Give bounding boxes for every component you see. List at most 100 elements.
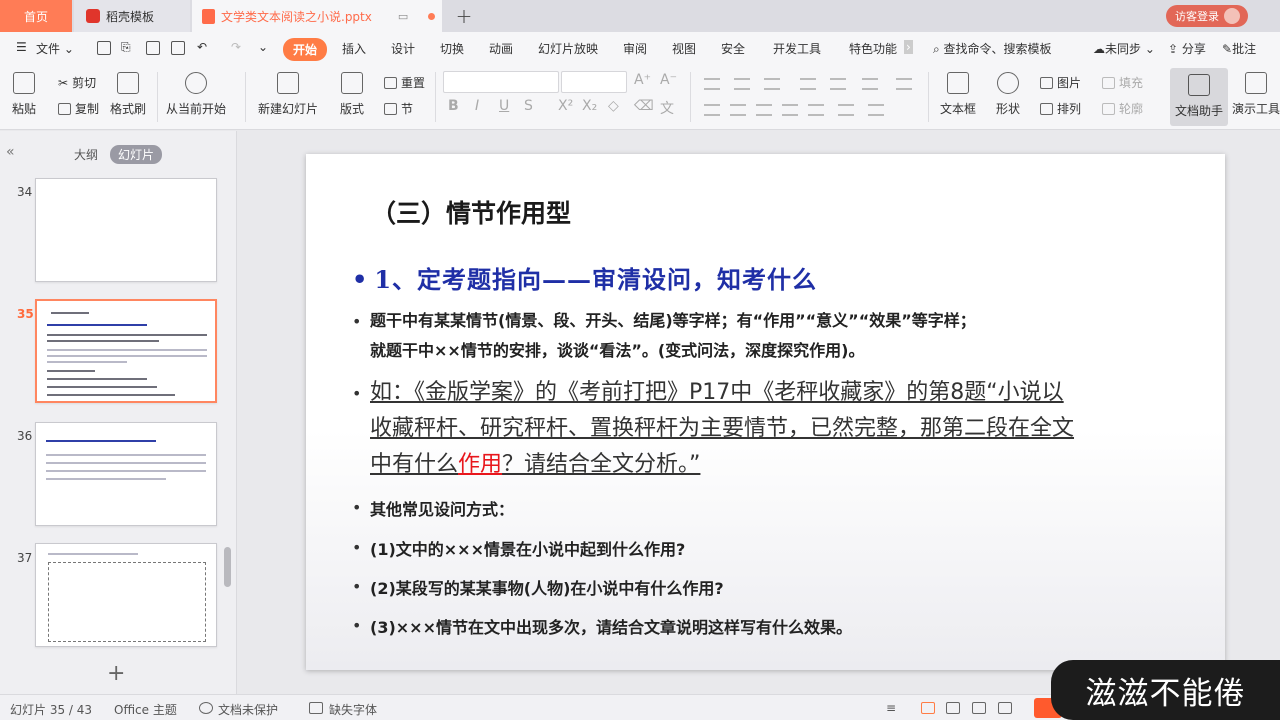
section-button[interactable]: 节 (384, 100, 413, 117)
copy-button[interactable]: 复制 (58, 100, 99, 117)
slide-sorter-icon[interactable] (946, 702, 960, 714)
menu-slideshow[interactable]: 幻灯片放映 (538, 40, 598, 57)
panel-scrollbar[interactable] (224, 547, 231, 587)
menu-review[interactable]: 审阅 (623, 40, 647, 57)
add-slide-button[interactable]: + (107, 661, 125, 686)
menu-insert[interactable]: 插入 (342, 40, 366, 57)
comment-button[interactable]: ✎批注 (1222, 40, 1256, 57)
line-spacing-icon[interactable] (800, 78, 816, 90)
reset-button[interactable]: 重置 (384, 74, 425, 91)
menu-view[interactable]: 视图 (672, 40, 696, 57)
menu-home[interactable]: 开始 (283, 38, 328, 61)
textbox-button[interactable]: 文本框 (940, 72, 976, 117)
notes-icon[interactable]: ≡ (886, 701, 896, 715)
example-line: 中有什么作用？请结合全文分析。” (370, 447, 1170, 483)
font-shrink-icon[interactable]: A⁻ (660, 72, 677, 88)
font-size-select[interactable] (561, 71, 627, 93)
example-text: ？请结合全文分析。” (502, 452, 701, 477)
layout-button[interactable]: 版式 (340, 72, 364, 117)
font-family-select[interactable] (443, 71, 559, 93)
menu-features[interactable]: 特色功能 (849, 40, 897, 57)
slide-thumbnail-36[interactable] (35, 422, 217, 526)
new-tab-button[interactable]: + (452, 0, 476, 32)
slide-thumbnail-35[interactable] (35, 299, 217, 403)
text-direction-icon[interactable] (862, 78, 878, 90)
menu-developer[interactable]: 开发工具 (773, 40, 821, 57)
new-slide-button[interactable]: 新建幻灯片 (258, 72, 318, 117)
outline-button[interactable]: 轮廓 (1102, 100, 1143, 117)
strikethrough-button[interactable]: S (524, 98, 533, 114)
justify-icon[interactable] (782, 104, 798, 116)
shape-button[interactable]: 形状 (996, 72, 1020, 117)
tab-document[interactable]: 文学类文本阅读之小说.pptx ▭ (192, 0, 442, 32)
smart-art-icon[interactable] (868, 104, 884, 116)
bold-button[interactable]: B (448, 98, 459, 114)
slide-thumbnail-37[interactable] (35, 543, 217, 647)
format-painter-button[interactable]: 格式刷 (110, 72, 146, 117)
hamburger-menu-icon[interactable]: ☰ (16, 40, 27, 54)
slide-number: 36 (17, 429, 33, 443)
numbered-list-icon[interactable] (734, 78, 750, 90)
fill-button[interactable]: 填充 (1102, 74, 1143, 91)
redo-icon[interactable]: ↷ (231, 40, 241, 54)
menu-animation[interactable]: 动画 (489, 40, 513, 57)
share-button[interactable]: ⇪ 分享 (1168, 40, 1206, 57)
cut-button[interactable]: ✂ 剪切 (58, 74, 96, 91)
export-icon[interactable]: ⎘ (121, 40, 131, 55)
menu-transition[interactable]: 切换 (440, 40, 464, 57)
outline-label: 轮廓 (1119, 102, 1144, 116)
arrange-button[interactable]: 排列 (1040, 100, 1081, 117)
visitor-login-button[interactable]: 访客登录 (1166, 5, 1248, 27)
presenter-tools-button[interactable]: 演示工具 (1232, 72, 1280, 117)
missing-font-status[interactable]: 缺失字体 (329, 701, 377, 718)
indent-decrease-icon[interactable] (764, 78, 780, 90)
text-align-vertical-icon[interactable] (896, 78, 912, 90)
phonetic-icon[interactable]: 文 (660, 98, 674, 118)
superscript-button[interactable]: X² (558, 98, 573, 114)
align-center-icon[interactable] (730, 104, 746, 116)
protection-status[interactable]: 文档未保护 (218, 701, 278, 718)
undo-icon[interactable]: ↶ (197, 40, 207, 54)
print-preview-icon[interactable] (171, 41, 185, 55)
save-icon[interactable] (97, 41, 111, 55)
subscript-button[interactable]: X₂ (582, 98, 597, 114)
fullscreen-icon[interactable] (998, 702, 1012, 714)
slide-thumbnail-34[interactable] (35, 178, 217, 282)
menu-file[interactable]: 文件 ⌄ (36, 40, 74, 57)
menu-security[interactable]: 安全 (721, 40, 745, 57)
play-from-current-button[interactable]: 从当前开始 (166, 72, 226, 117)
print-icon[interactable] (146, 41, 160, 55)
tab-home[interactable]: 首页 (0, 0, 72, 32)
tab-template[interactable]: 稻壳模板 (74, 0, 190, 32)
distribute-icon[interactable] (808, 104, 824, 116)
tab-outline[interactable]: 大纲 (74, 146, 98, 163)
slide-canvas[interactable]: （三）情节作用型 • 1、定考题指向——审清设问，知考什么 • 题干中有某某情节(… (306, 154, 1225, 670)
tab-slides[interactable]: 幻灯片 (110, 145, 163, 164)
clear-format-icon[interactable]: ⌫ (634, 98, 654, 114)
menu-more-icon[interactable]: › (904, 40, 913, 54)
columns-icon[interactable] (830, 78, 846, 90)
doc-assistant-button[interactable]: 文档助手 (1170, 68, 1228, 126)
presentation-file-icon (202, 8, 215, 24)
sync-status[interactable]: ☁未同步 ⌄ (1093, 40, 1155, 57)
align-right-icon[interactable] (756, 104, 772, 116)
command-search[interactable]: ⌕ 查找命令、搜索模板 (933, 40, 1052, 57)
align-left-icon[interactable] (704, 104, 720, 116)
collapse-panel-icon[interactable]: « (6, 144, 15, 160)
picture-button[interactable]: 图片 (1040, 74, 1081, 91)
paste-button[interactable]: 粘贴 (12, 72, 36, 117)
italic-button[interactable]: I (475, 98, 479, 114)
text-box-align-icon[interactable] (838, 104, 854, 116)
bullet-point: • (352, 577, 362, 596)
font-grow-icon[interactable]: A⁺ (634, 72, 651, 88)
bullet-list-icon[interactable] (704, 78, 720, 90)
reading-view-icon[interactable] (972, 702, 986, 714)
quick-access-dropdown-icon[interactable]: ⌄ (258, 40, 268, 54)
text-effect-icon[interactable]: ◇ (608, 98, 619, 114)
normal-view-icon[interactable] (921, 702, 935, 714)
example-line: 如：《金版学案》的《考前打把》P17中《老秤收藏家》的第8题“小说以 (370, 380, 1064, 405)
underline-button[interactable]: U (499, 98, 509, 114)
theme-name[interactable]: Office 主题 (114, 701, 177, 718)
monitor-icon[interactable]: ▭ (398, 10, 408, 23)
menu-design[interactable]: 设计 (391, 40, 415, 57)
